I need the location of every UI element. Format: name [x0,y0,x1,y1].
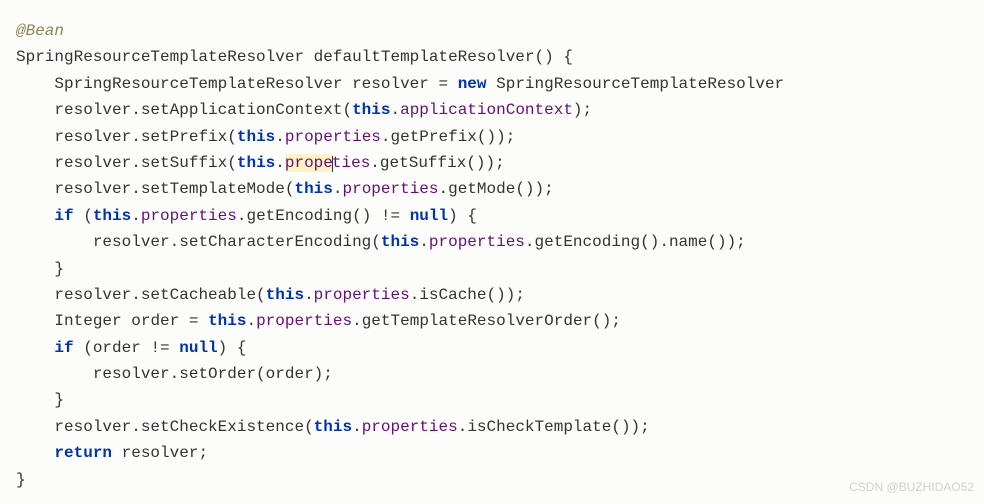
field-properties: properties [285,128,381,146]
line-settemplatemode: resolver.setTemplateMode(this.properties… [16,176,968,202]
line-if-encoding: if (this.properties.getEncoding() != nul… [16,203,968,229]
code-block: @Bean SpringResourceTemplateResolver def… [16,18,968,493]
line-decl-order: Integer order = this.properties.getTempl… [16,308,968,334]
line-setcheckexist: resolver.setCheckExistence(this.properti… [16,414,968,440]
keyword-return: return [54,444,112,462]
watermark: CSDN @BUZHIDAO52 [849,478,974,498]
line-method-sig: SpringResourceTemplateResolver defaultTe… [16,44,968,70]
line-if-order-close: } [16,387,968,413]
keyword-new: new [458,75,487,93]
line-setorder: resolver.setOrder(order); [16,361,968,387]
keyword-null: null [410,207,448,225]
annotation-bean: @Bean [16,22,64,40]
line-annotation: @Bean [16,18,968,44]
keyword-if: if [54,207,73,225]
line-appctx: resolver.setApplicationContext(this.appl… [16,97,968,123]
line-setprefix: resolver.setPrefix(this.properties.getPr… [16,124,968,150]
line-return: return resolver; [16,440,968,466]
line-method-close: } [16,467,968,493]
field-applicationContext: applicationContext [400,101,573,119]
line-setcacheable: resolver.setCacheable(this.properties.is… [16,282,968,308]
line-if-close: } [16,256,968,282]
text-caret-highlight: prope [285,154,333,172]
keyword-this: this [352,101,390,119]
line-setencoding: resolver.setCharacterEncoding(this.prope… [16,229,968,255]
line-if-order: if (order != null) { [16,335,968,361]
line-decl-resolver: SpringResourceTemplateResolver resolver … [16,71,968,97]
line-setsuffix: resolver.setSuffix(this.propeties.getSuf… [16,150,968,176]
